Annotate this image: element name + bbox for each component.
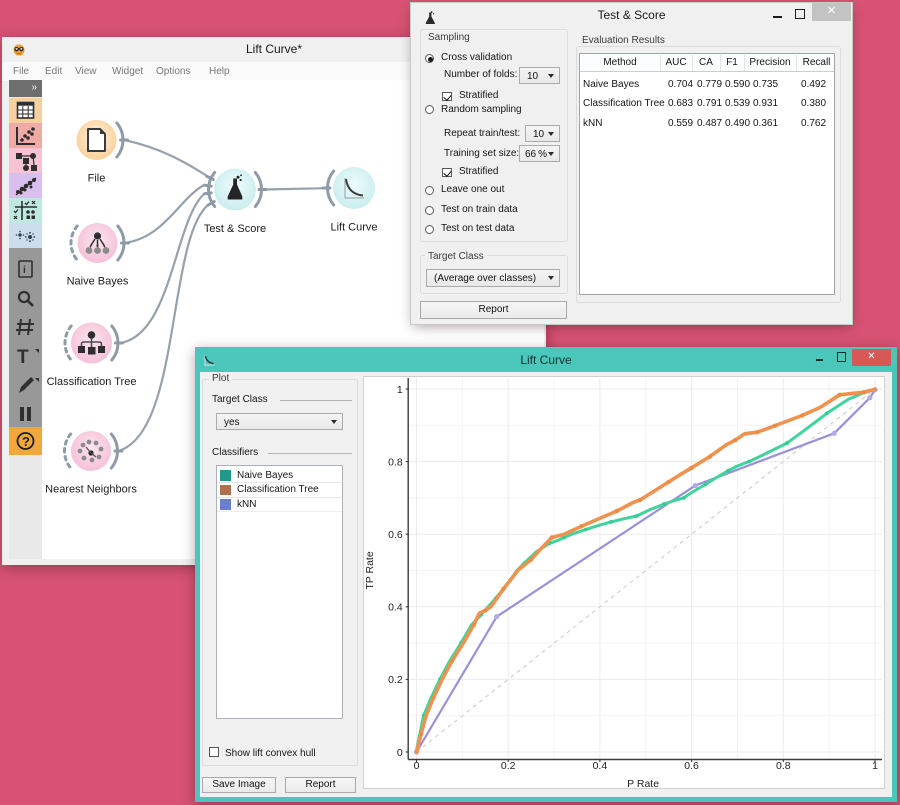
svg-text:Lift Curve: Lift Curve bbox=[330, 222, 377, 234]
svg-text:Naive Bayes: Naive Bayes bbox=[67, 276, 129, 288]
svg-text:Nearest Neighbors: Nearest Neighbors bbox=[45, 484, 137, 496]
svg-text:0.8: 0.8 bbox=[388, 456, 403, 468]
svg-text:Test & Score: Test & Score bbox=[204, 223, 266, 235]
svg-text:0: 0 bbox=[397, 747, 403, 759]
svg-text:TP Rate: TP Rate bbox=[364, 551, 376, 589]
svg-text:0.4: 0.4 bbox=[388, 602, 403, 614]
svg-text:0.4: 0.4 bbox=[593, 760, 608, 772]
svg-text:0.6: 0.6 bbox=[684, 760, 699, 772]
svg-text:i: i bbox=[23, 265, 26, 276]
svg-text:0.6: 0.6 bbox=[388, 529, 403, 541]
svg-text:0.2: 0.2 bbox=[388, 674, 403, 686]
svg-text:File: File bbox=[88, 173, 106, 185]
svg-text:P Rate: P Rate bbox=[627, 778, 659, 788]
svg-text:?: ? bbox=[22, 434, 30, 449]
svg-text:1: 1 bbox=[872, 760, 878, 772]
svg-text:T: T bbox=[17, 347, 29, 368]
svg-text:0.8: 0.8 bbox=[776, 760, 791, 772]
svg-text:0: 0 bbox=[414, 760, 420, 772]
svg-text:1: 1 bbox=[397, 384, 403, 396]
svg-text:0.2: 0.2 bbox=[501, 760, 516, 772]
svg-text:Classification Tree: Classification Tree bbox=[47, 376, 137, 388]
